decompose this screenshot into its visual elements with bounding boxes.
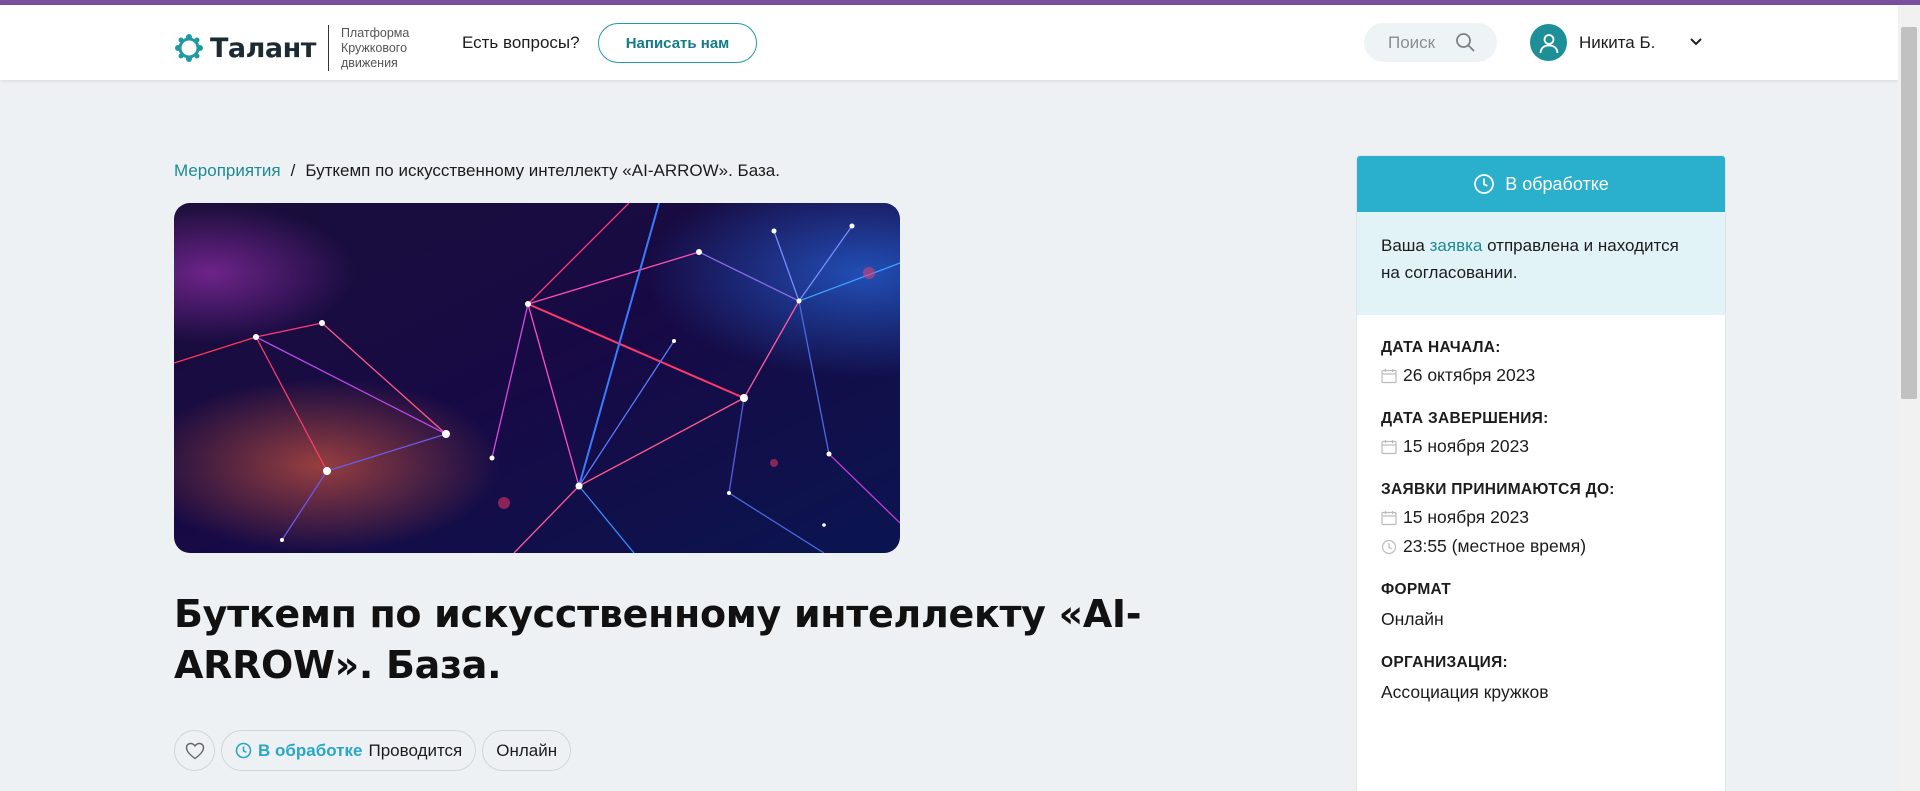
breadcrumb-link-events[interactable]: Мероприятия [174,161,281,181]
format-value: Онлайн [1381,609,1444,629]
format-chip: Онлайн [482,730,572,771]
event-cover-image [174,203,900,553]
deadline-label: ЗАЯВКИ ПРИНИМАЮТСЯ ДО: [1381,481,1615,498]
format-block: ФОРМАТ Онлайн [1381,581,1701,630]
logo-mark-icon [175,34,203,62]
end-date-block: ДАТА ЗАВЕРШЕНИЯ: 15 ноября 2023 [1381,410,1701,457]
event-chips: В обработке Проводится Онлайн [174,730,572,771]
deadline-block: ЗАЯВКИ ПРИНИМАЮТСЯ ДО: 15 ноября 2023 23… [1381,481,1701,557]
breadcrumb-current: Буткемп по искусственному интеллекту «AI… [305,161,780,180]
breadcrumb-separator: / [290,161,296,180]
clock-icon [235,742,252,759]
deadline-date-value: 15 ноября 2023 [1403,507,1530,527]
clock-icon [1381,539,1397,554]
organization-block: ОРГАНИЗАЦИЯ: Ассоциация кружков [1381,654,1701,703]
user-icon [1539,33,1558,53]
note-prefix: Ваша [1381,236,1430,255]
deadline-time-value: 23:55 (местное время) [1403,536,1587,556]
chevron-down-icon[interactable] [1689,35,1703,49]
organization-label: ОРГАНИЗАЦИЯ: [1381,654,1509,671]
format-label: ФОРМАТ [1381,581,1452,598]
calendar-icon [1381,439,1397,454]
calendar-icon [1381,510,1397,525]
favorite-button[interactable] [174,730,215,771]
organization-value: Ассоциация кружков [1381,682,1549,702]
status-header: В обработке [1357,156,1725,212]
event-title: Буткемп по искусственному интеллекту «AI… [174,592,1142,687]
questions-label: Есть вопросы? [462,33,580,52]
logo-divider [327,25,329,71]
heart-icon [185,742,204,759]
network-illustration [174,203,900,553]
end-date-label: ДАТА ЗАВЕРШЕНИЯ: [1381,410,1549,427]
scrollbar[interactable] [1898,5,1920,791]
application-link[interactable]: заявка [1430,236,1483,255]
start-date-block: ДАТА НАЧАЛА: 26 октября 2023 [1381,339,1701,386]
clock-icon [1474,174,1495,194]
logo-name: Талант [210,32,316,64]
state-chip-label: Проводится [368,740,463,760]
search-icon [1456,33,1475,52]
end-date-value: 15 ноября 2023 [1403,436,1530,456]
logo[interactable]: Талант Платформа Кружкового движения [174,25,431,71]
application-status-card: В обработке Ваша заявка отправлена и нах… [1356,155,1726,791]
user-name[interactable]: Никита Б. [1579,33,1655,53]
status-chip: В обработке Проводится [221,730,477,771]
start-date-value: 26 октября 2023 [1403,365,1536,385]
scrollbar-thumb[interactable] [1901,27,1917,399]
status-chip-label: В обработке [258,740,363,760]
format-chip-label: Онлайн [496,740,558,760]
start-date-label: ДАТА НАЧАЛА: [1381,339,1501,356]
logo-tagline: Платформа Кружкового движения [340,25,410,70]
calendar-icon [1381,368,1397,383]
avatar[interactable] [1530,24,1567,61]
application-note: Ваша заявка отправлена и находится на со… [1357,212,1725,315]
search-label: Поиск [1388,32,1436,52]
site-header: Талант Платформа Кружкового движения Ест… [0,5,1898,80]
breadcrumb: Мероприятия / Буткемп по искусственному … [174,161,780,181]
status-header-label: В обработке [1505,173,1609,194]
search-button[interactable]: Поиск [1364,23,1497,62]
write-us-button[interactable]: Написать нам [598,23,757,63]
